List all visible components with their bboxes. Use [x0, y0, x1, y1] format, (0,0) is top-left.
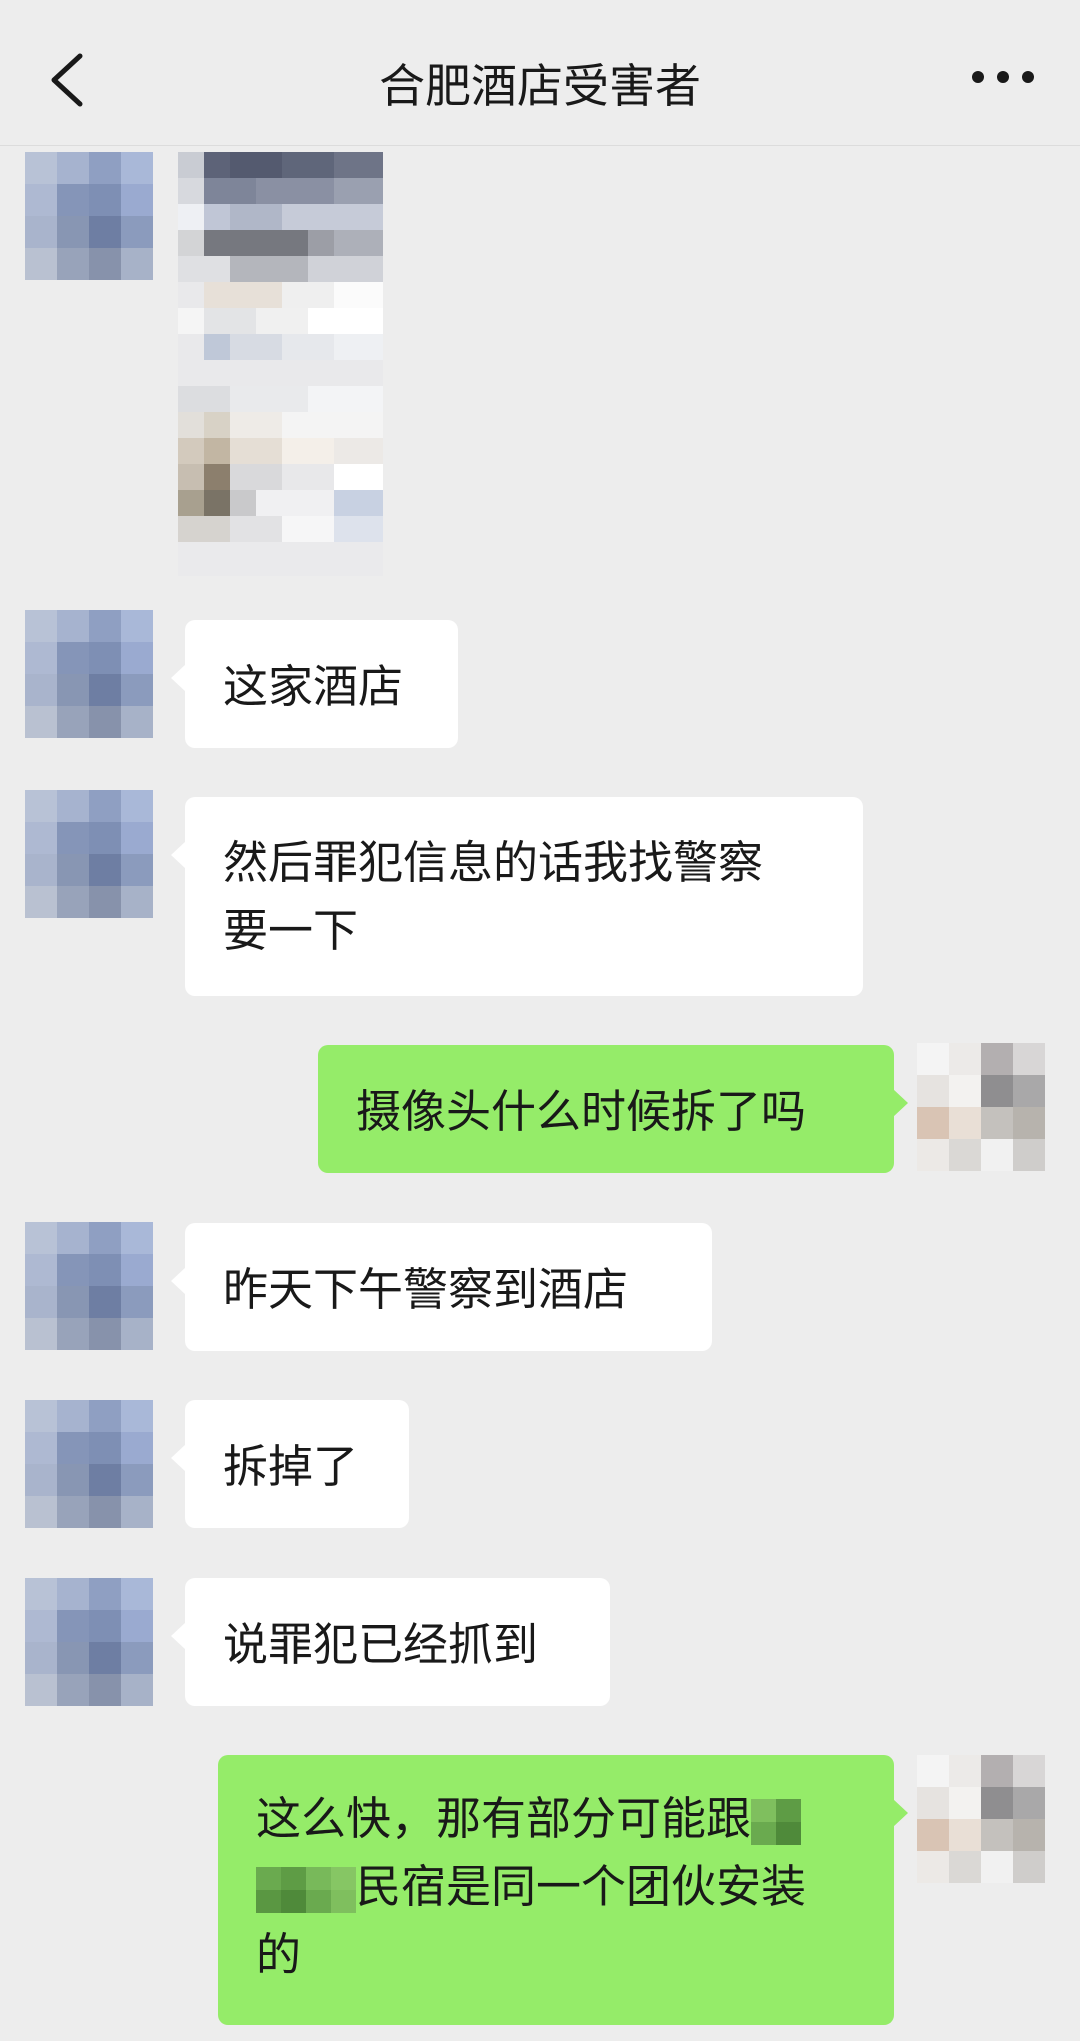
- more-options-icon[interactable]: [968, 64, 1038, 90]
- message-text: 拆掉了: [223, 1440, 359, 1493]
- message-text-line: 然后罪犯信息的话我找警察: [223, 836, 764, 889]
- message-text-line: 这么快，那有部分可能跟: [256, 1785, 856, 1853]
- message-text-line: 要一下: [223, 904, 359, 957]
- contact-avatar[interactable]: [25, 152, 153, 280]
- redacted-mosaic: [751, 1799, 802, 1845]
- message-bubble-incoming[interactable]: 这家酒店: [171, 620, 458, 748]
- contact-avatar[interactable]: [25, 1222, 153, 1350]
- contact-avatar[interactable]: [25, 1400, 153, 1528]
- message-text: 这家酒店: [223, 660, 404, 713]
- message-bubble-incoming[interactable]: 然后罪犯信息的话我找警察 要一下: [171, 797, 863, 996]
- message-text: 说罪犯已经抓到: [223, 1618, 539, 1671]
- redacted-mosaic: [256, 1867, 356, 1913]
- my-avatar[interactable]: [917, 1043, 1045, 1171]
- message-text: 这么快，那有部分可能跟: [256, 1792, 752, 1845]
- message-bubble-outgoing[interactable]: 摄像头什么时候拆了吗: [318, 1045, 908, 1173]
- image-message[interactable]: [178, 152, 383, 576]
- chat-title: 合肥酒店受害者: [379, 59, 701, 113]
- message-text-line: 民宿是同一个团伙安装: [256, 1853, 856, 1921]
- message-bubble-incoming[interactable]: 昨天下午警察到酒店: [171, 1223, 712, 1351]
- contact-avatar[interactable]: [25, 790, 153, 918]
- chat-header: 合肥酒店受害者: [0, 0, 1080, 146]
- my-avatar[interactable]: [917, 1755, 1045, 1883]
- message-text-line: 的: [256, 1928, 302, 1981]
- message-bubble-incoming[interactable]: 说罪犯已经抓到: [171, 1578, 610, 1706]
- contact-avatar[interactable]: [25, 1578, 153, 1706]
- message-text: 昨天下午警察到酒店: [223, 1263, 629, 1316]
- message-bubble-incoming[interactable]: 拆掉了: [171, 1400, 409, 1528]
- message-text: 民宿是同一个团伙安装: [356, 1860, 807, 1913]
- message-text: 摄像头什么时候拆了吗: [356, 1085, 807, 1138]
- contact-avatar[interactable]: [25, 610, 153, 738]
- message-bubble-outgoing[interactable]: 这么快，那有部分可能跟 民宿是同一个团伙安装 的: [218, 1755, 908, 2025]
